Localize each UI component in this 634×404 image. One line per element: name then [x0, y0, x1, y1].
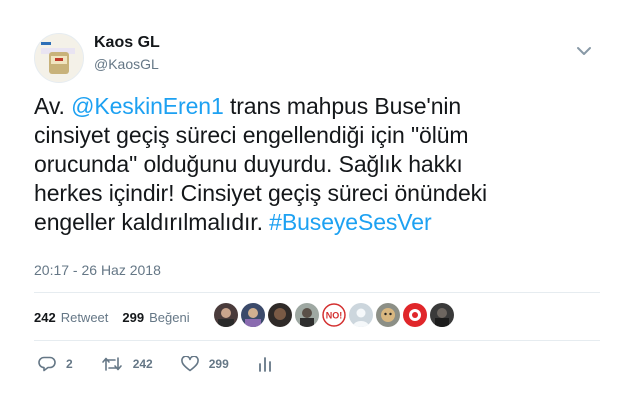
reply-count: 2: [66, 357, 73, 371]
tweet-text-line: orucunda" olduğunu duyurdu. Sağlık hakkı: [34, 151, 463, 177]
liker-avatar-text: NO!: [326, 311, 343, 321]
display-name[interactable]: Kaos GL: [94, 34, 160, 52]
avatar[interactable]: [34, 33, 84, 83]
retweet-icon: [101, 357, 122, 371]
like-button[interactable]: 299: [180, 356, 229, 372]
tweet-text-segment: trans mahpus Buse'nin: [223, 93, 462, 119]
user-handle[interactable]: @KaosGL: [94, 56, 159, 72]
liker-avatar[interactable]: [403, 303, 427, 327]
reply-icon: [38, 356, 56, 372]
hashtag-link[interactable]: #BuseyeSesVer: [269, 209, 431, 235]
liker-avatar[interactable]: [430, 303, 454, 327]
liker-avatar[interactable]: NO!: [322, 303, 346, 327]
like-stat[interactable]: 299 Beğeni: [122, 310, 189, 325]
mention-link[interactable]: @KeskinEren1: [71, 93, 224, 119]
liker-avatar[interactable]: [376, 303, 400, 327]
retweet-button[interactable]: 242: [101, 356, 153, 372]
default-avatar-icon[interactable]: [349, 303, 373, 327]
liker-avatar[interactable]: [214, 303, 238, 327]
timestamp[interactable]: 20:17 - 26 Haz 2018: [34, 262, 161, 278]
tweet-actions: 2 242 299: [38, 356, 311, 372]
like-stat-label: Beğeni: [149, 310, 190, 325]
liker-avatars: NO!: [214, 303, 457, 327]
engagement-stats: 242 Retweet 299 Beğeni: [34, 310, 204, 325]
tweet-text-line: cinsiyet geçiş süreci engellendiği için …: [34, 122, 469, 148]
retweet-stat-count: 242: [34, 310, 56, 325]
analytics-button[interactable]: [257, 356, 283, 372]
like-count: 299: [208, 357, 229, 371]
tweet-text-line: herkes içindir! Cinsiyet geçiş süreci ön…: [34, 180, 488, 206]
like-stat-count: 299: [122, 310, 145, 325]
liker-avatar[interactable]: [241, 303, 265, 327]
liker-avatar[interactable]: [268, 303, 292, 327]
retweet-count: 242: [132, 357, 153, 371]
divider: [34, 292, 600, 293]
reply-button[interactable]: 2: [38, 356, 73, 372]
chevron-down-icon[interactable]: [576, 44, 592, 56]
tweet-card: Kaos GL @KaosGL Av. @KeskinEren1 trans m…: [0, 0, 634, 404]
tweet-text-segment: Av.: [34, 93, 72, 119]
tweet-text-segment: engeller kaldırılmalıdır.: [34, 209, 270, 235]
bar-chart-icon: [258, 357, 271, 372]
tweet-text: Av. @KeskinEren1 trans mahpus Buse'nin c…: [34, 92, 604, 237]
heart-icon: [180, 356, 199, 372]
liker-avatar[interactable]: [295, 303, 319, 327]
retweet-stat-label: Retweet: [60, 310, 109, 325]
divider: [34, 340, 600, 341]
retweet-stat[interactable]: 242 Retweet: [34, 310, 108, 325]
